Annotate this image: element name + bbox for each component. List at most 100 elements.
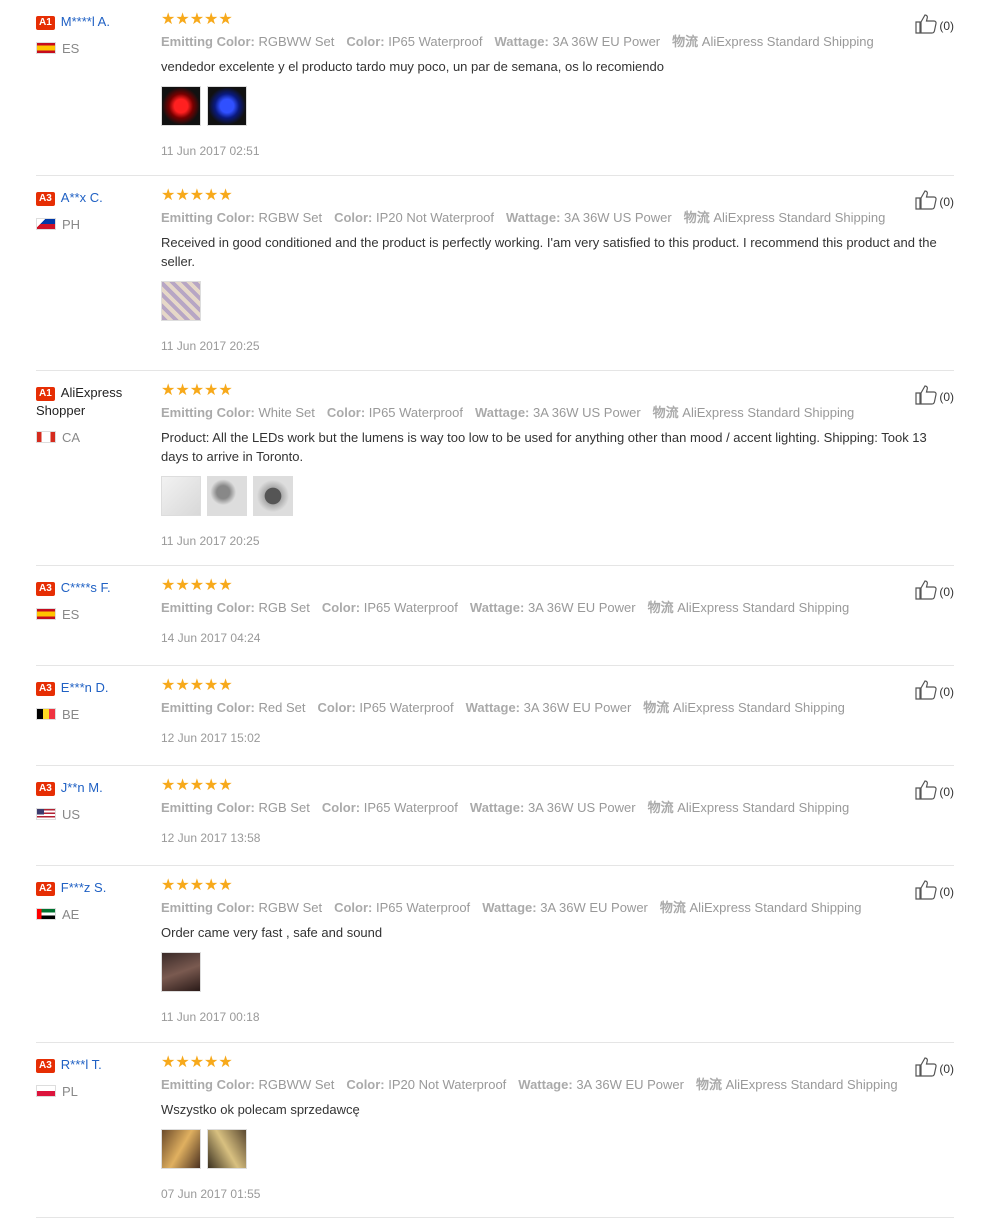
- review-body: ★★★★★ Emitting Color: RGB Set Color: IP65…: [161, 777, 954, 846]
- purchase-attributes: Emitting Color: RGBWW Set Color: IP20 Not…: [161, 1076, 954, 1093]
- purchase-attributes: Emitting Color: RGBW Set Color: IP65 Wate…: [161, 899, 954, 916]
- reviewer-name[interactable]: E***n D.: [61, 680, 109, 695]
- thumbs-up-icon[interactable]: [915, 385, 939, 405]
- attr-value: IP65 Waterproof: [363, 600, 458, 615]
- country-flag-icon: [36, 218, 56, 230]
- review-photo-thumbnail[interactable]: [207, 1129, 247, 1169]
- buyer-level-badge: A1: [36, 387, 55, 401]
- helpful-button[interactable]: (0): [915, 190, 954, 210]
- attr-value: RGBWW Set: [258, 1077, 335, 1092]
- attr-key: Wattage:: [494, 34, 549, 49]
- review-text: Order came very fast , safe and sound: [161, 925, 383, 940]
- buyer-level-badge: A2: [36, 882, 55, 896]
- attr-value: RGBW Set: [258, 210, 323, 225]
- helpful-button[interactable]: (0): [915, 385, 954, 405]
- reviewer-country: ES: [36, 607, 156, 622]
- attr-value: IP65 Waterproof: [363, 800, 458, 815]
- review-text: vendedor excelente y el producto tardo m…: [161, 59, 664, 74]
- country-flag-icon: [36, 42, 56, 54]
- helpful-button[interactable]: (0): [915, 880, 954, 900]
- review-body: ★★★★★ Emitting Color: RGBWW Set Color: IP…: [161, 11, 954, 159]
- review-item: A3 J**n M. US ★★★★★ Emitting Color: RGB S…: [36, 766, 954, 866]
- thumbs-up-icon[interactable]: [915, 780, 939, 800]
- reviewer-name[interactable]: R***l T.: [61, 1057, 102, 1072]
- purchase-attributes: Emitting Color: RGBW Set Color: IP20 Not …: [161, 209, 954, 226]
- review-photos: [161, 476, 954, 519]
- thumbs-up-icon[interactable]: [915, 190, 939, 210]
- review-date: 12 Jun 2017 15:02: [161, 731, 261, 745]
- attr-value: 3A 36W EU Power: [527, 600, 636, 615]
- review-photo-thumbnail[interactable]: [207, 476, 247, 516]
- attr-value: RGBWW Set: [258, 34, 335, 49]
- attr-value: AliExpress Standard Shipping: [701, 34, 874, 49]
- helpful-button[interactable]: (0): [915, 580, 954, 600]
- country-flag-icon: [36, 908, 56, 920]
- review-photo-thumbnail[interactable]: [161, 281, 201, 321]
- country-flag-icon: [36, 431, 56, 443]
- thumbs-up-icon[interactable]: [915, 880, 939, 900]
- helpful-button[interactable]: (0): [915, 780, 954, 800]
- review-photo-thumbnail[interactable]: [161, 476, 201, 516]
- review-item: A1 AliExpress Shopper CA ★★★★★ Emitting C…: [36, 371, 954, 566]
- reviewer-name[interactable]: C****s F.: [61, 580, 111, 595]
- reviewer-name[interactable]: A**x C.: [61, 190, 103, 205]
- attr-value: IP20 Not Waterproof: [388, 1077, 507, 1092]
- review-photo-thumbnail[interactable]: [253, 476, 293, 516]
- reviewer-country: BE: [36, 707, 156, 722]
- reviewer-info: A3 E***n D. BE: [36, 679, 156, 722]
- reviewer-country: PL: [36, 1084, 156, 1099]
- attr-key: Wattage:: [469, 800, 525, 815]
- attr-key: Color:: [321, 600, 361, 615]
- reviewer-info: A3 C****s F. ES: [36, 579, 156, 622]
- attr-value: 3A 36W EU Power: [540, 900, 648, 915]
- review-photo-thumbnail[interactable]: [207, 86, 247, 126]
- star-rating: ★★★★★: [161, 777, 233, 794]
- attr-value: 3A 36W US Power: [527, 800, 636, 815]
- attr-key: Emitting Color:: [161, 34, 255, 49]
- thumbs-up-icon[interactable]: [915, 14, 939, 34]
- reviewer-name[interactable]: M****l A.: [61, 14, 110, 29]
- purchase-attributes: Emitting Color: RGB Set Color: IP65 Water…: [161, 799, 954, 816]
- thumbs-up-icon[interactable]: [915, 1057, 939, 1077]
- reviewer-name[interactable]: F***z S.: [61, 880, 107, 895]
- review-photos: [161, 952, 954, 995]
- like-count: (0): [939, 585, 954, 599]
- review-text: Received in good conditioned and the pro…: [161, 235, 937, 269]
- attr-value: White Set: [258, 405, 315, 420]
- attr-key: Emitting Color:: [161, 700, 255, 715]
- attr-value: IP65 Waterproof: [388, 34, 483, 49]
- attr-key: Color:: [346, 1077, 385, 1092]
- purchase-attributes: Emitting Color: RGBWW Set Color: IP65 Wat…: [161, 33, 954, 50]
- helpful-button[interactable]: (0): [915, 1057, 954, 1077]
- review-photo-thumbnail[interactable]: [161, 952, 201, 992]
- star-rating: ★★★★★: [161, 11, 233, 28]
- attr-key: Emitting Color:: [161, 210, 255, 225]
- review-item: A3 C****s F. ES ★★★★★ Emitting Color: RGB…: [36, 566, 954, 666]
- attr-key: 物流: [672, 34, 699, 49]
- review-date: 14 Jun 2017 04:24: [161, 631, 261, 645]
- review-photos: [161, 281, 954, 324]
- review-text: Product: All the LEDs work but the lumen…: [161, 430, 927, 464]
- review-list: A1 M****l A. ES ★★★★★ Emitting Color: RGB…: [36, 0, 954, 1218]
- thumbs-up-icon[interactable]: [915, 580, 939, 600]
- review-date: 11 Jun 2017 02:51: [161, 144, 260, 158]
- reviewer-info: A1 AliExpress Shopper CA: [36, 384, 156, 445]
- attr-value: 3A 36W EU Power: [552, 34, 661, 49]
- review-body: ★★★★★ Emitting Color: Red Set Color: IP65…: [161, 677, 954, 746]
- like-count: (0): [939, 785, 954, 799]
- thumbs-up-icon[interactable]: [915, 680, 939, 700]
- review-photo-thumbnail[interactable]: [161, 1129, 201, 1169]
- country-code: ES: [62, 607, 80, 622]
- like-count: (0): [939, 19, 954, 33]
- reviewer-country: US: [36, 807, 156, 822]
- helpful-button[interactable]: (0): [915, 14, 954, 34]
- review-text: Wszystko ok polecam sprzedawcę: [161, 1102, 360, 1117]
- attr-key: Emitting Color:: [161, 600, 255, 615]
- helpful-button[interactable]: (0): [915, 680, 954, 700]
- reviewer-name[interactable]: J**n M.: [61, 780, 103, 795]
- review-body: ★★★★★ Emitting Color: RGB Set Color: IP65…: [161, 577, 954, 646]
- review-photo-thumbnail[interactable]: [161, 86, 201, 126]
- star-rating: ★★★★★: [161, 382, 233, 399]
- attr-value: RGBW Set: [258, 900, 323, 915]
- attr-key: Emitting Color:: [161, 900, 255, 915]
